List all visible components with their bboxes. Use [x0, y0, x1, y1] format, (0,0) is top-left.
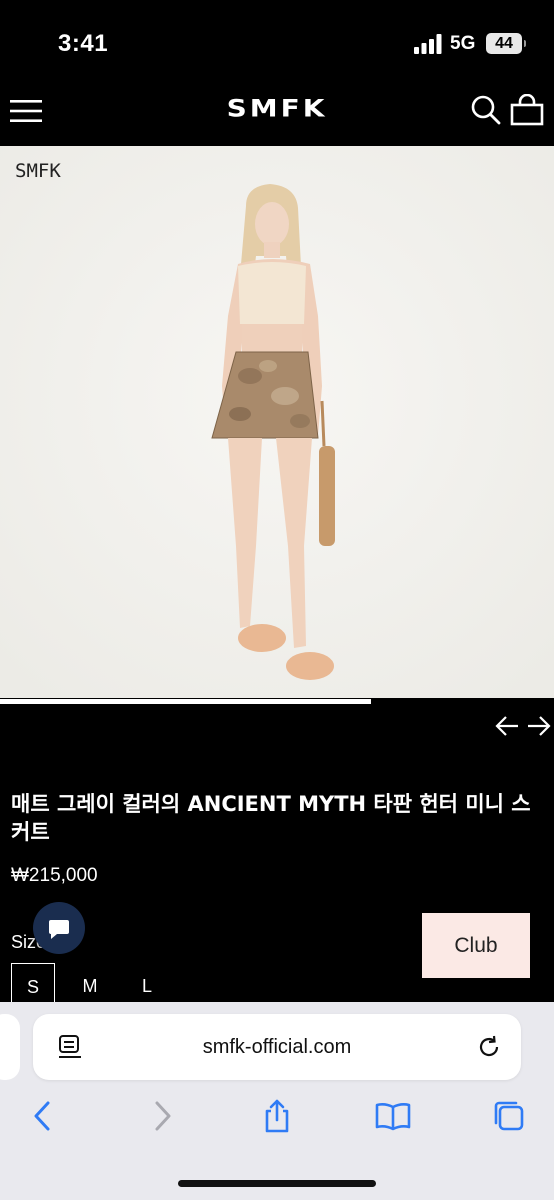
site-header: SMFK: [0, 80, 554, 146]
arrow-left-icon[interactable]: [494, 713, 520, 739]
search-icon[interactable]: [470, 94, 502, 126]
product-price: ₩215,000: [11, 865, 98, 886]
battery-icon: 44: [486, 33, 526, 54]
product-title: 매트 그레이 컬러의 ANCIENT MYTH 타판 헌터 미니 스커트: [11, 792, 531, 844]
signal-icon: [414, 34, 442, 54]
image-watermark: SMFK: [15, 160, 61, 182]
product-photo: [0, 146, 554, 698]
chat-bubble-icon: [49, 920, 69, 939]
bookmarks-icon[interactable]: [375, 1098, 411, 1134]
product-image[interactable]: SMFK: [0, 146, 554, 698]
image-progress-track: [0, 698, 554, 706]
url-text[interactable]: smfk-official.com: [33, 1036, 521, 1059]
home-indicator: [178, 1180, 376, 1187]
size-option-s[interactable]: S: [11, 963, 55, 1007]
network-type: 5G: [450, 33, 476, 54]
tabs-icon[interactable]: [491, 1098, 527, 1134]
club-button[interactable]: Club: [422, 913, 530, 978]
size-option-m[interactable]: M: [68, 963, 112, 1007]
previous-tab-card[interactable]: [0, 1014, 20, 1080]
shopping-bag-icon[interactable]: [510, 94, 544, 126]
back-icon[interactable]: [25, 1098, 61, 1134]
size-option-l[interactable]: L: [125, 963, 169, 1007]
chat-button[interactable]: [33, 902, 85, 954]
forward-icon[interactable]: [144, 1098, 180, 1134]
browser-chrome: smfk-official.com: [0, 1002, 554, 1200]
share-icon[interactable]: [259, 1098, 295, 1134]
reload-icon[interactable]: [475, 1033, 503, 1061]
status-bar: 3:41 5G 44: [0, 0, 554, 80]
address-bar[interactable]: smfk-official.com: [33, 1014, 521, 1080]
status-time: 3:41: [58, 30, 109, 57]
image-progress-fill: [0, 699, 372, 704]
arrow-right-icon[interactable]: [526, 713, 552, 739]
